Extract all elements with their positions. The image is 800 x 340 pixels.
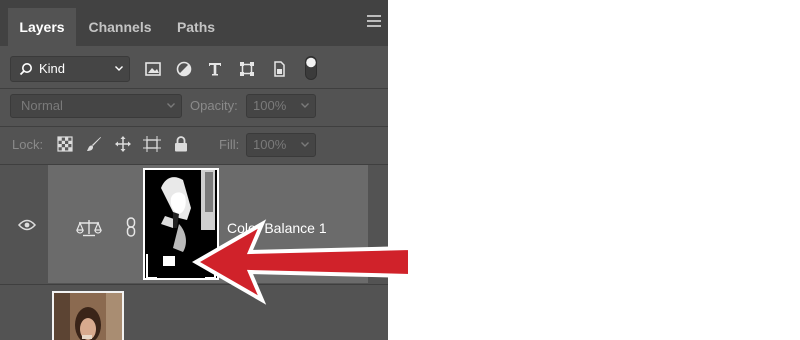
annotation-arrow [191, 219, 412, 305]
